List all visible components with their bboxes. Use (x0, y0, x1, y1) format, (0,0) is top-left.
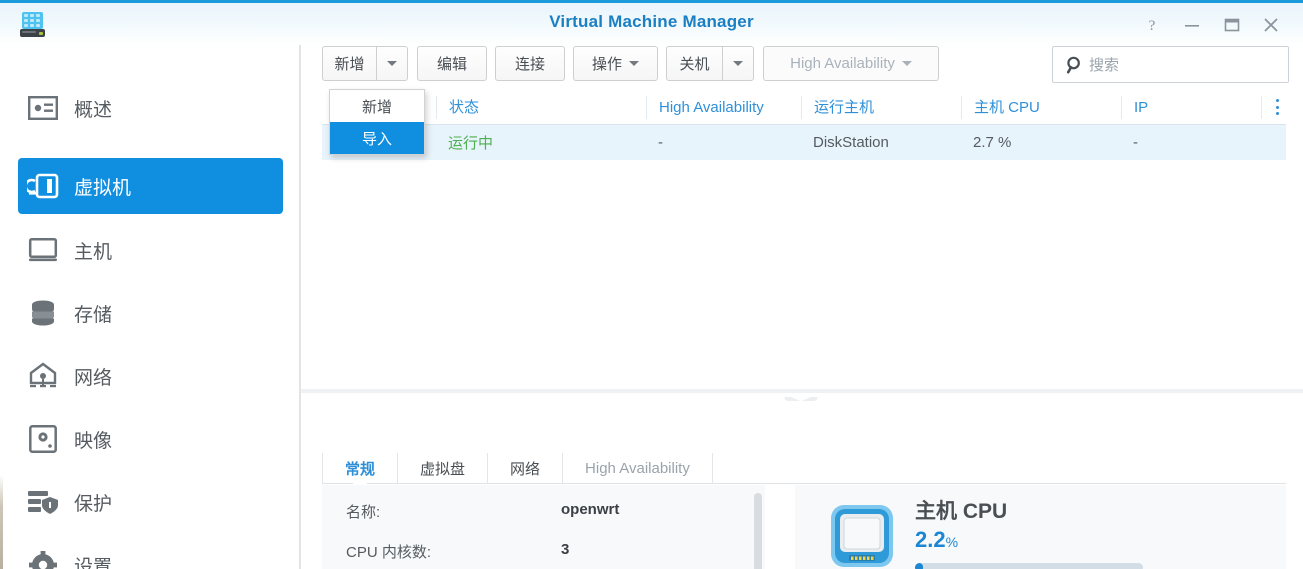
cell-high-availability: - (658, 134, 663, 151)
sidebar: 概述 虚拟机 主机 存储 网络 映像 保护 设置 (0, 45, 300, 569)
sidebar-item-virtual-machine[interactable]: 虚拟机 (18, 158, 283, 214)
table-header-state[interactable]: 状态 (436, 95, 646, 119)
sidebar-item-label: 映像 (74, 430, 113, 452)
pane-gap (765, 485, 795, 569)
sidebar-edge-accent (0, 45, 3, 569)
cell-ip: - (1133, 134, 1138, 151)
cpu-widget-value: 2.2 (915, 527, 946, 552)
cell-host: DiskStation (813, 134, 889, 151)
settings-gear-icon (26, 548, 60, 569)
column-options-icon[interactable] (1261, 95, 1286, 119)
cpu-stats: 主机 CPU 2.2% (915, 499, 1143, 569)
cell-state: 运行中 (448, 135, 494, 152)
edit-button[interactable]: 编辑 (417, 46, 487, 81)
network-icon (26, 359, 60, 393)
detail-panel: 常规 虚拟盘 网络 High Availability 名称: openwrt … (301, 401, 1303, 569)
detail-tabs: 常规 虚拟盘 网络 High Availability (322, 450, 1286, 484)
overview-icon (26, 91, 60, 125)
minimize-icon[interactable] (1180, 13, 1204, 37)
sidebar-item-label: 虚拟机 (74, 177, 132, 199)
table-row[interactable]: 运行中 - DiskStation 2.7 % - (322, 125, 1286, 160)
general-info-pane: 名称: openwrt CPU 内核数: 3 CPU 兼容模式: 已停用 (322, 485, 765, 569)
sidebar-item-image[interactable]: 映像 (18, 411, 283, 467)
search-icon (1065, 55, 1085, 75)
info-value: openwrt (561, 501, 620, 518)
host-cpu-widget: 主机 CPU 2.2% https://blog.csdn.net/weixin… (795, 485, 1286, 569)
chevron-down-icon (629, 61, 639, 66)
chevron-down-icon (387, 61, 397, 66)
storage-icon (26, 296, 60, 330)
sidebar-item-network[interactable]: 网络 (18, 348, 283, 404)
virtual-machine-icon (26, 169, 60, 203)
search-box[interactable]: 搜索 (1052, 46, 1289, 83)
info-row-name: 名称: openwrt (346, 501, 765, 541)
create-dropdown-toggle[interactable] (376, 46, 408, 81)
general-pane-scrollbar[interactable] (754, 493, 762, 569)
high-availability-button[interactable]: High Availability (763, 46, 939, 81)
info-row-cpu-cores: CPU 内核数: 3 (346, 541, 765, 569)
action-menu-button[interactable]: 操作 (573, 46, 658, 81)
dropdown-item-create[interactable]: 新增 (330, 90, 424, 122)
sidebar-item-label: 网络 (74, 367, 113, 389)
sidebar-item-label: 主机 (74, 241, 113, 263)
svg-text:?: ? (1149, 18, 1156, 34)
sidebar-item-label: 设置 (74, 556, 113, 569)
content-area: 新增 编辑 连接 操作 关机 High Availability 搜索 新增 导… (301, 45, 1303, 569)
table-header-ip[interactable]: IP (1121, 95, 1261, 119)
tabs-filler (711, 453, 1286, 483)
sidebar-item-overview[interactable]: 概述 (18, 80, 283, 136)
tab-network[interactable]: 网络 (487, 453, 562, 483)
cpu-chip-icon (829, 503, 895, 569)
sidebar-item-storage[interactable]: 存储 (18, 285, 283, 341)
info-key: CPU 内核数: (346, 544, 432, 561)
window-title: Virtual Machine Manager (549, 12, 754, 31)
vm-table: 状态 High Availability 运行主机 主机 CPU IP 运行中 … (322, 90, 1286, 160)
panel-splitter[interactable] (301, 389, 1303, 407)
protection-icon (26, 485, 60, 519)
cpu-progress-bar (915, 563, 1143, 569)
table-header-row: 状态 High Availability 运行主机 主机 CPU IP (322, 90, 1286, 125)
tab-high-availability[interactable]: High Availability (562, 453, 712, 483)
title-bar: Virtual Machine Manager ? (0, 0, 1303, 45)
cpu-widget-unit: % (945, 534, 959, 550)
tab-virtual-disk[interactable]: 虚拟盘 (397, 453, 487, 483)
detail-body: 名称: openwrt CPU 内核数: 3 CPU 兼容模式: 已停用 (322, 485, 1286, 569)
create-dropdown-menu: 新增 导入 (329, 89, 425, 155)
table-header-host[interactable]: 运行主机 (801, 95, 961, 119)
shutdown-dropdown-toggle[interactable] (722, 46, 754, 81)
sidebar-item-label: 保护 (74, 493, 113, 515)
search-input[interactable]: 搜索 (1089, 54, 1119, 75)
cpu-widget-value-group: 2.2% (915, 525, 1143, 557)
table-header-host-cpu[interactable]: 主机 CPU (961, 95, 1121, 119)
sidebar-item-protection[interactable]: 保护 (18, 474, 283, 530)
sidebar-item-label: 概述 (74, 99, 113, 121)
cpu-progress-fill (915, 563, 923, 569)
dropdown-item-import[interactable]: 导入 (330, 122, 424, 154)
table-header-high-availability[interactable]: High Availability (646, 95, 801, 119)
help-icon[interactable]: ? (1140, 13, 1164, 37)
chevron-down-icon (901, 61, 912, 66)
tab-general[interactable]: 常规 (322, 453, 397, 483)
toolbar: 新增 编辑 连接 操作 关机 High Availability 搜索 (301, 45, 1303, 90)
create-button[interactable]: 新增 (322, 46, 376, 81)
chevron-down-icon (733, 61, 743, 66)
info-value: 3 (561, 541, 570, 558)
sidebar-item-settings[interactable]: 设置 (18, 537, 283, 569)
host-monitor-icon (26, 233, 60, 267)
vmm-window: Virtual Machine Manager ? 概述 虚拟机 主机 存储 网… (0, 0, 1303, 569)
image-disk-icon (26, 422, 60, 456)
shutdown-button[interactable]: 关机 (666, 46, 722, 81)
cpu-widget-title: 主机 CPU (915, 500, 1008, 523)
sidebar-item-host[interactable]: 主机 (18, 222, 283, 278)
connect-button[interactable]: 连接 (495, 46, 565, 81)
maximize-icon[interactable] (1220, 13, 1244, 37)
cell-host-cpu: 2.7 % (973, 134, 1012, 151)
info-key: 名称: (346, 504, 381, 521)
sidebar-item-label: 存储 (74, 304, 113, 326)
close-icon[interactable] (1259, 13, 1283, 37)
